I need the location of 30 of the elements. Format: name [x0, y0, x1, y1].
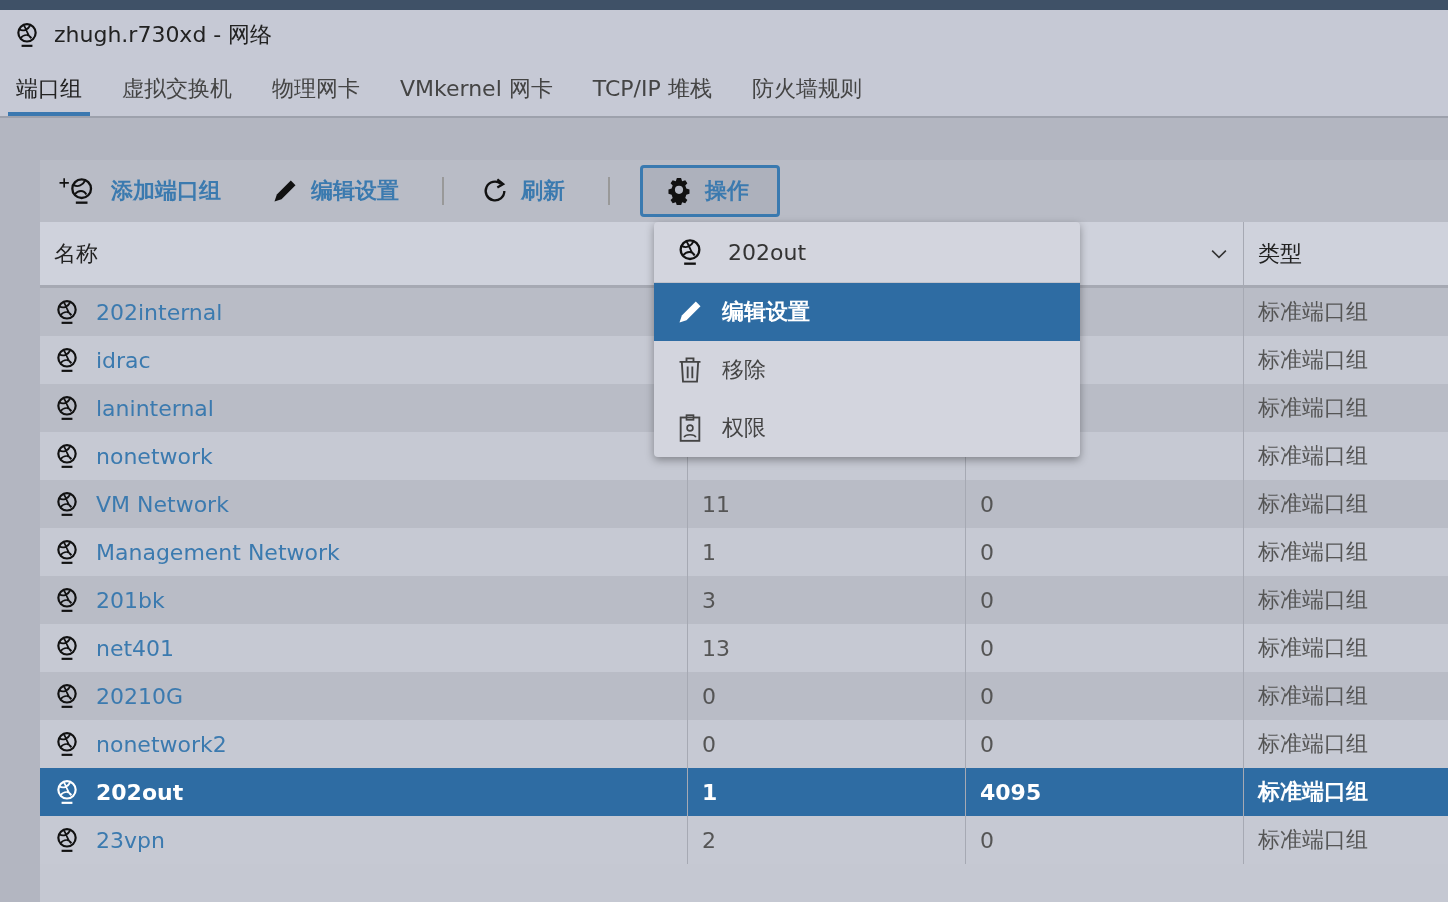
table-cell-text: 标准端口组: [1258, 730, 1368, 758]
table-cell-text: 标准端口组: [1258, 826, 1368, 854]
table-cell-text: 标准端口组: [1258, 778, 1368, 806]
table-cell-text: 标准端口组: [1258, 538, 1368, 566]
table-cell: 1: [702, 539, 716, 565]
table-cell: 0: [980, 827, 994, 853]
window-title: zhugh.r730xd - 网络: [54, 21, 273, 49]
table-cell: 0: [980, 731, 994, 757]
table-cell: 0: [980, 635, 994, 661]
table-cell: 2: [702, 827, 716, 853]
table-cell: 0: [980, 539, 994, 565]
table-cell-text: 标准端口组: [1258, 298, 1368, 326]
table-cell-text: 标准端口组: [1258, 394, 1368, 422]
table-cell: 3: [702, 587, 716, 613]
table-cell-text: 标准端口组: [1258, 442, 1368, 470]
table-cell: 0: [980, 491, 994, 517]
table-cell: 4095: [980, 779, 1042, 805]
table-cell-text: 标准端口组: [1258, 586, 1368, 614]
table-cell-text: 标准端口组: [1258, 490, 1368, 518]
table-cell: 0: [980, 587, 994, 613]
table-cell-text: 标准端口组: [1258, 346, 1368, 374]
table-cell: 1: [702, 779, 718, 805]
table-cell-text: 标准端口组: [1258, 634, 1368, 662]
table-cell: 0: [980, 683, 994, 709]
table-cell: 11: [702, 491, 730, 517]
table-cell: 0: [702, 683, 716, 709]
menu-title: 202out: [728, 239, 807, 265]
table-cell-text: 标准端口组: [1258, 682, 1368, 710]
table-cell: 13: [702, 635, 730, 661]
table-cell: 0: [702, 731, 716, 757]
